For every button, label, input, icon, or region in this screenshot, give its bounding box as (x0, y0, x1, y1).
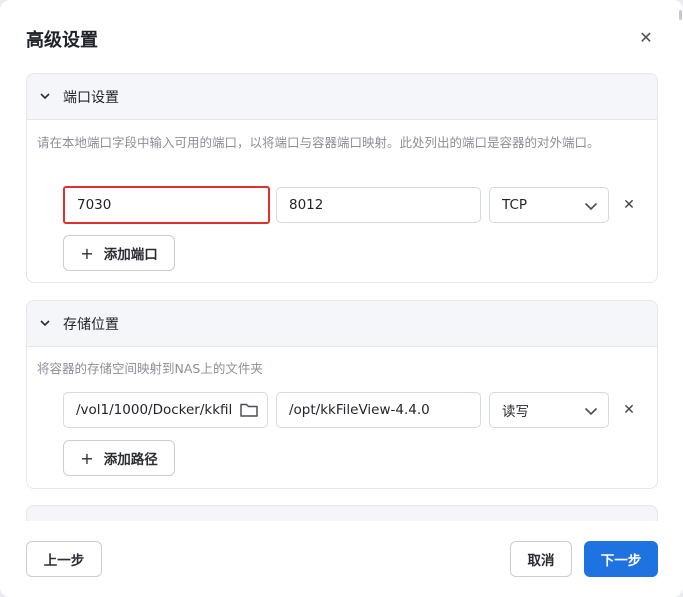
local-port-input[interactable]: 7030 (63, 186, 270, 224)
plus-icon: + (80, 448, 94, 468)
chevron-down-icon (584, 199, 598, 215)
add-path-button[interactable]: + 添加路径 (63, 440, 175, 476)
mode-value: 读写 (502, 404, 529, 420)
storage-description: 将容器的存储空间映射到NAS上的文件夹 (37, 361, 263, 376)
next-step-button[interactable]: 下一步 (584, 541, 658, 577)
remove-port-row-icon[interactable]: ✕ (621, 197, 637, 213)
storage-title: 存储位置 (63, 316, 119, 333)
container-path-value: /opt/kkFileView-4.4.0 (289, 402, 430, 418)
add-port-label: 添加端口 (103, 247, 158, 263)
local-port-value: 7030 (77, 197, 112, 213)
advanced-settings-dialog: 高级设置 ✕ 端口设置 请在本地端口字段中输入可用的端口，以将端口与容器端口映射… (0, 0, 683, 597)
remove-storage-row-icon[interactable]: ✕ (621, 402, 637, 418)
protocol-select[interactable]: TCP (489, 187, 609, 223)
container-port-value: 8012 (289, 197, 324, 213)
previous-step-button[interactable]: 上一步 (26, 541, 102, 577)
collapsed-section (26, 505, 658, 521)
protocol-value: TCP (502, 197, 528, 213)
add-port-button[interactable]: + 添加端口 (63, 235, 175, 271)
folder-icon[interactable] (239, 402, 259, 418)
container-port-input[interactable]: 8012 (276, 187, 481, 223)
host-path-value: /vol1/1000/Docker/kkfileView (76, 402, 231, 418)
dialog-title: 高级设置 (26, 30, 98, 51)
dialog-body[interactable]: 端口设置 请在本地端口字段中输入可用的端口，以将端口与容器端口映射。此处列出的端… (0, 60, 683, 521)
scrollbar[interactable] (679, 10, 682, 20)
chevron-down-icon (39, 318, 51, 330)
chevron-down-icon (39, 91, 51, 103)
chevron-down-icon (584, 404, 598, 420)
host-path-input[interactable]: /vol1/1000/Docker/kkfileView (63, 392, 268, 428)
close-icon[interactable]: ✕ (636, 27, 656, 47)
port-settings-description: 请在本地端口字段中输入可用的端口，以将端口与容器端口映射。此处列出的端口是容器的… (37, 135, 600, 150)
port-settings-title: 端口设置 (63, 89, 119, 106)
storage-header[interactable]: 存储位置 (27, 301, 657, 347)
add-path-label: 添加路径 (103, 452, 158, 468)
plus-icon: + (80, 243, 94, 263)
cancel-button[interactable]: 取消 (510, 541, 572, 577)
port-settings-header[interactable]: 端口设置 (27, 74, 657, 120)
container-path-input[interactable]: /opt/kkFileView-4.4.0 (276, 392, 481, 428)
mode-select[interactable]: 读写 (489, 392, 609, 428)
